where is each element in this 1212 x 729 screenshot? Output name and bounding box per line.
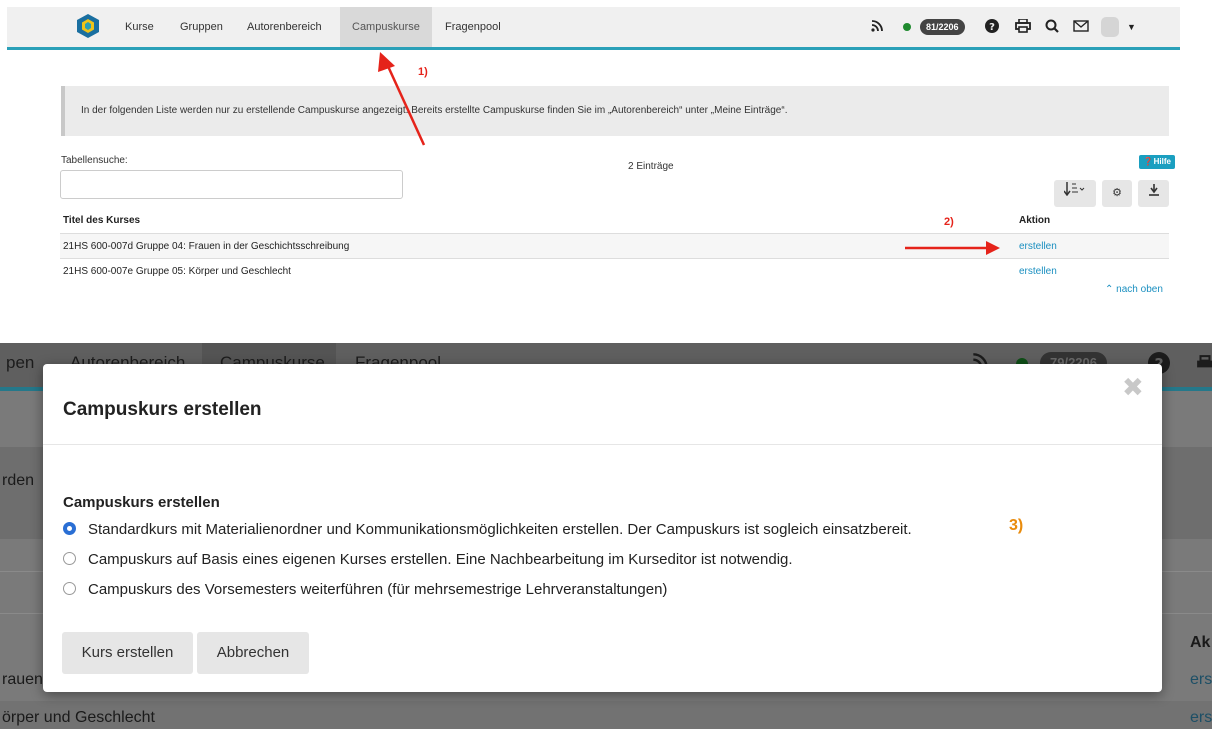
backdrop-text: ers	[1190, 671, 1212, 688]
radio-standard[interactable]	[63, 522, 76, 535]
close-icon[interactable]: ✖	[1122, 374, 1144, 400]
backdrop-text: Ak	[1190, 634, 1211, 651]
backdrop-text: rauen	[2, 671, 43, 688]
backdrop-text: rden	[2, 472, 35, 489]
arrow-1-head	[378, 52, 395, 72]
radio-own-course[interactable]	[63, 552, 76, 565]
arrow-2-head	[986, 241, 1000, 255]
modal-title: Campuskurs erstellen	[63, 399, 262, 420]
option-label[interactable]: Standardkurs mit Materialienordner und K…	[88, 521, 912, 539]
radio-previous-semester[interactable]	[63, 582, 76, 595]
annotation-3: 3)	[1009, 517, 1024, 534]
annotation-1: 1)	[418, 66, 428, 78]
section-title: Campuskurs erstellen	[63, 494, 220, 511]
option-label[interactable]: Campuskurs auf Basis eines eigenen Kurse…	[88, 551, 793, 569]
modal-divider	[43, 444, 1162, 445]
create-course-button[interactable]: Kurs erstellen	[62, 632, 193, 674]
backdrop-row	[0, 701, 1212, 729]
bottom-screenshot: pen Autorenbereich Campuskurse Fragenpoo…	[0, 343, 1212, 729]
cancel-button[interactable]: Abbrechen	[197, 632, 309, 674]
top-screenshot: Kurse Gruppen Autorenbereich Campuskurse…	[0, 0, 1212, 330]
option-label[interactable]: Campuskurs des Vorsemesters weiterführen…	[88, 581, 667, 599]
annotation-arrows	[378, 52, 1000, 255]
nav-gruppen-partial: pen	[6, 353, 35, 372]
backdrop-text: örper und Geschlecht	[2, 709, 155, 726]
annotation-2: 2)	[944, 216, 954, 228]
print-icon	[1196, 354, 1212, 379]
backdrop-text: ers	[1190, 709, 1212, 726]
create-campus-course-modal: ✖ Campuskurs erstellen Campuskurs erstel…	[43, 364, 1162, 692]
